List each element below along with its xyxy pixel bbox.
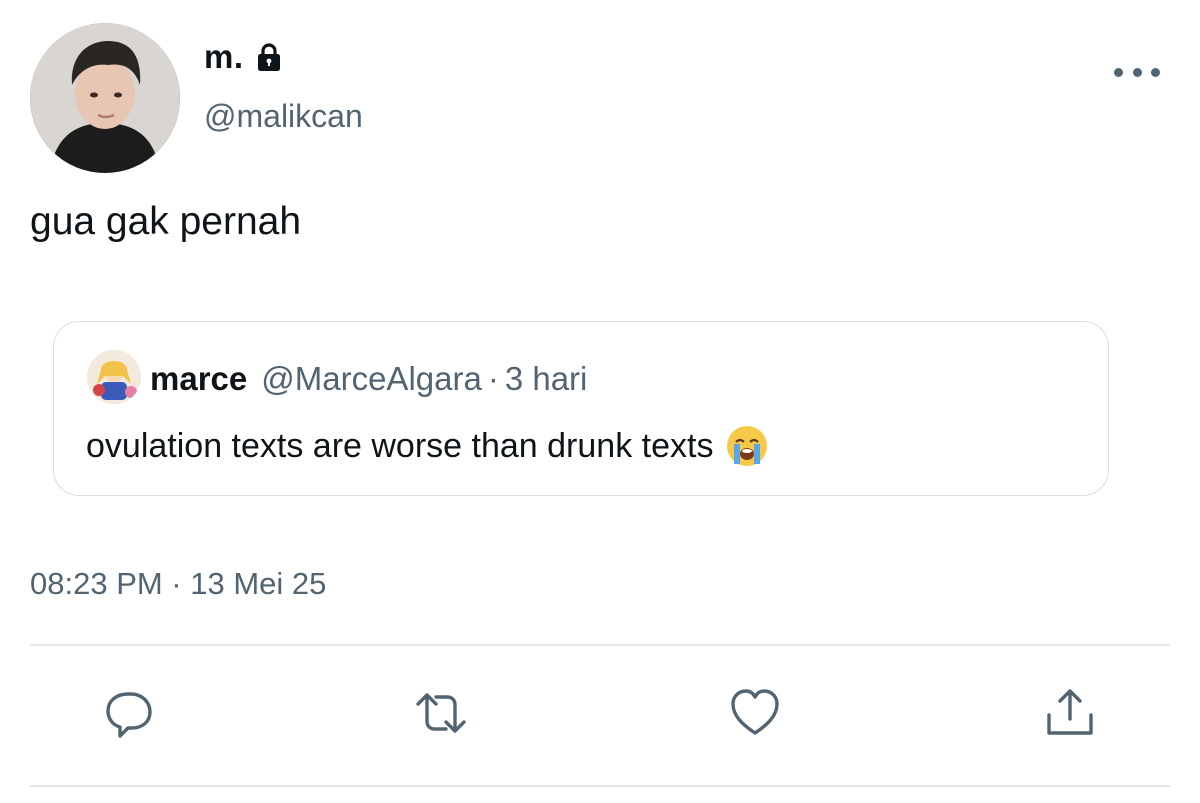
share-icon[interactable]: [1042, 685, 1098, 741]
tweet-timestamp[interactable]: 08:23 PM · 13 Mei 25: [30, 566, 326, 602]
bottom-divider: [30, 785, 1170, 787]
lock-icon: [254, 42, 284, 72]
author-display-name[interactable]: m.: [204, 38, 284, 76]
reply-icon[interactable]: [101, 685, 157, 741]
quote-author-name[interactable]: marce: [150, 360, 247, 398]
author-avatar[interactable]: [30, 23, 180, 173]
quote-time: 3 hari: [504, 360, 588, 397]
tweet-text: gua gak pernah: [30, 200, 302, 243]
quoted-tweet-card[interactable]: marce @MarceAlgara · 3 hari ovulation te…: [53, 321, 1109, 496]
quote-avatar: [87, 350, 141, 404]
author-name-text: m.: [204, 38, 244, 75]
quote-author-handle[interactable]: @MarceAlgara: [261, 360, 482, 398]
quote-header: marce @MarceAlgara · 3 hari: [150, 360, 587, 398]
quote-text: ovulation texts are worse than drunk tex…: [86, 426, 714, 465]
retweet-icon[interactable]: [413, 685, 469, 741]
quote-text-row: ovulation texts are worse than drunk tex…: [86, 424, 769, 468]
author-handle[interactable]: @malikcan: [204, 98, 363, 135]
loudly-crying-face-icon: [725, 424, 769, 468]
divider: [30, 644, 1170, 646]
like-icon[interactable]: [727, 685, 783, 741]
more-options-icon[interactable]: [1114, 60, 1160, 84]
quote-separator: ·: [487, 360, 499, 397]
